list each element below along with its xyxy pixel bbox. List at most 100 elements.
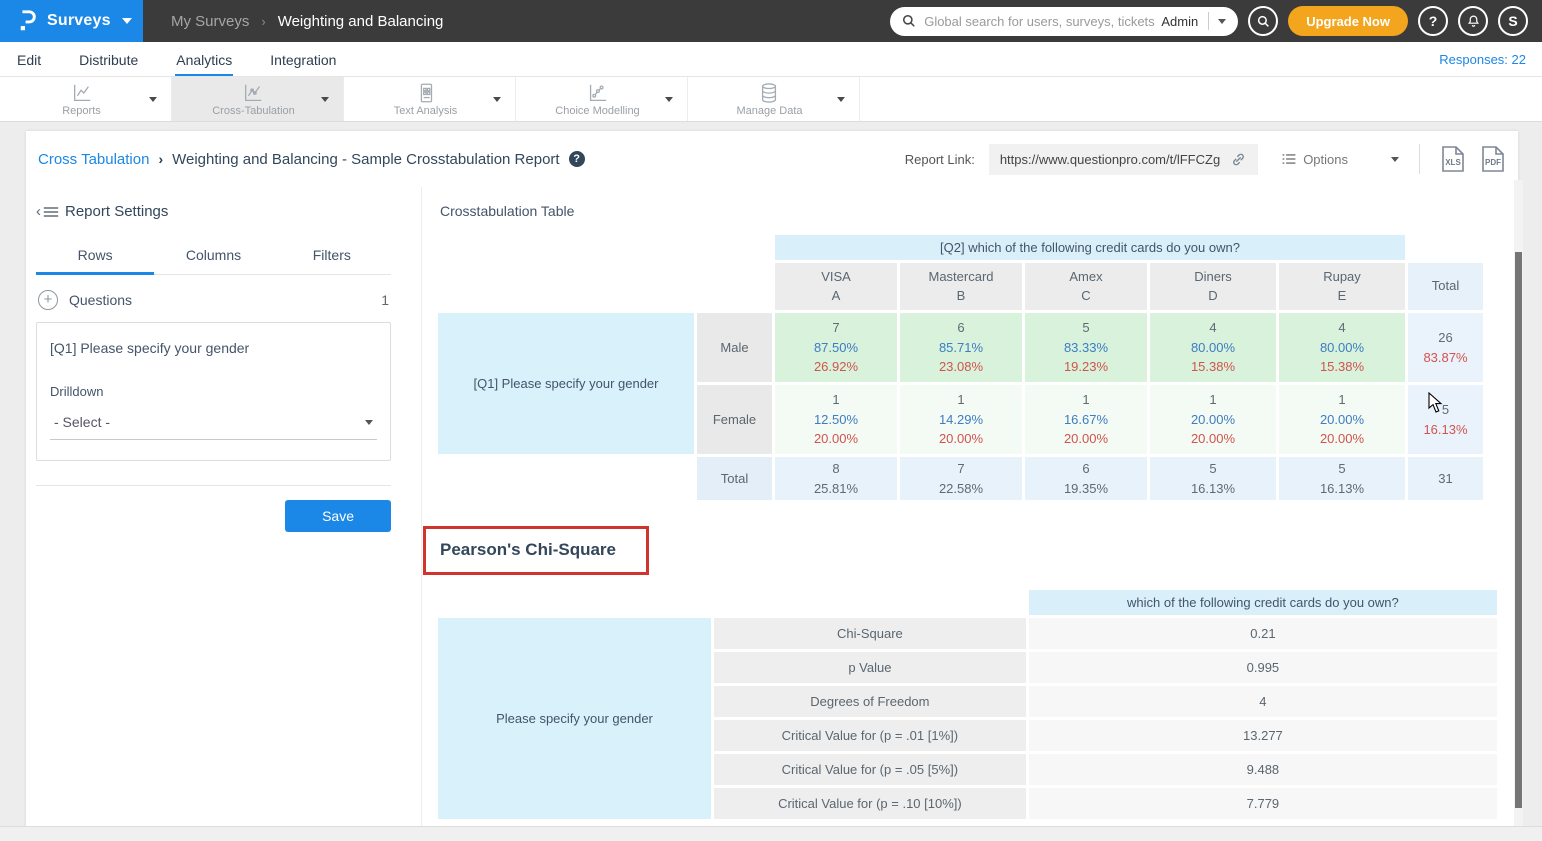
drilldown-label: Drilldown: [50, 384, 377, 399]
chevron-down-icon[interactable]: [493, 97, 501, 102]
cell-total-diners: 516.13%: [1150, 457, 1276, 500]
export-xls-icon[interactable]: XLS: [1440, 145, 1466, 173]
settings-panel-title: Report Settings: [65, 203, 168, 220]
nav-item-analytics[interactable]: Analytics: [175, 43, 233, 76]
report-main: Crosstabulation Table [Q2] which of the …: [422, 187, 1518, 827]
column-header-mastercard: MastercardB: [900, 263, 1022, 310]
scatter-chart-icon: [586, 82, 608, 104]
column-header-amex: AmexC: [1025, 263, 1147, 310]
report-link-url[interactable]: https://www.questionpro.com/t/lFFCZg: [989, 144, 1258, 175]
cell-female-total: 516.13%: [1408, 385, 1483, 454]
svg-text:XLS: XLS: [1445, 158, 1461, 167]
export-pdf-icon[interactable]: PDF: [1480, 145, 1506, 173]
nav-item-integration[interactable]: Integration: [269, 43, 337, 76]
cell-total-mastercard: 722.58%: [900, 457, 1022, 500]
text-analysis-icon: [415, 82, 437, 104]
toolbar-item-text-analysis[interactable]: Text Analysis: [344, 77, 516, 121]
column-header-diners: DinersD: [1150, 263, 1276, 310]
cell-male-total: 2683.87%: [1408, 313, 1483, 382]
chevron-down-icon: [365, 420, 373, 425]
responses-count[interactable]: Responses: 22: [1439, 52, 1526, 67]
chevron-down-icon: [122, 18, 132, 24]
drilldown-select[interactable]: - Select -: [50, 414, 377, 440]
cell-female-visa: 112.50%20.00%: [775, 385, 897, 454]
chi-square-title: Pearson's Chi-Square: [440, 540, 616, 559]
questions-label: Questions: [69, 292, 132, 308]
report-link-label: Report Link:: [905, 152, 975, 167]
add-question-button[interactable]: +: [38, 290, 58, 310]
cell-female-mastercard: 114.29%20.00%: [900, 385, 1022, 454]
row-label-female: Female: [697, 385, 772, 454]
page-title: Weighting and Balancing - Sample Crossta…: [172, 151, 559, 168]
nav-item-distribute[interactable]: Distribute: [78, 43, 139, 76]
crosstab-section-title: Crosstabulation Table: [440, 203, 1500, 219]
cross-tab-chart-icon: [242, 82, 264, 104]
cell-grand-total: 31: [1408, 457, 1483, 500]
global-search-input[interactable]: Global search for users, surveys, ticket…: [890, 7, 1238, 36]
cell-total-amex: 619.35%: [1025, 457, 1147, 500]
cell-male-mastercard: 685.71%23.08%: [900, 313, 1022, 382]
cell-male-diners: 480.00%15.38%: [1150, 313, 1276, 382]
upgrade-now-button[interactable]: Upgrade Now: [1288, 6, 1408, 36]
question-text: [Q1] Please specify your gender: [50, 340, 377, 356]
cell-total-visa: 825.81%: [775, 457, 897, 500]
collapse-panel-button[interactable]: ‹: [36, 204, 59, 219]
toolbar-item-reports[interactable]: Reports: [0, 77, 172, 121]
table-row: Please specify your gender Chi-Square 0.…: [438, 618, 1497, 649]
topbar-breadcrumb: My Surveys › Weighting and Balancing: [171, 13, 443, 30]
help-button[interactable]: ?: [1418, 6, 1448, 36]
crosstab-column-question: [Q2] which of the following credit cards…: [775, 235, 1405, 260]
column-header-visa: VISAA: [775, 263, 897, 310]
toolbar-item-manage-data[interactable]: Manage Data: [688, 77, 860, 121]
account-avatar[interactable]: S: [1498, 6, 1528, 36]
cell-total-rupay: 516.13%: [1279, 457, 1405, 500]
product-menu[interactable]: Surveys: [0, 0, 143, 42]
link-icon[interactable]: [1230, 151, 1247, 168]
cell-male-amex: 583.33%19.23%: [1025, 313, 1147, 382]
chevron-down-icon[interactable]: [665, 97, 673, 102]
chi-square-annotation-box: Pearson's Chi-Square: [423, 526, 649, 575]
question-item: [Q1] Please specify your gender Drilldow…: [36, 322, 391, 461]
notifications-button[interactable]: [1458, 6, 1488, 36]
options-menu[interactable]: Options: [1282, 152, 1399, 167]
analytics-toolbar: Reports Cross-Tabulation Text Analysis C…: [0, 77, 1542, 122]
search-button[interactable]: [1248, 6, 1278, 36]
chevron-down-icon[interactable]: [321, 97, 329, 102]
footer-strip: [0, 826, 1542, 841]
topbar: Surveys My Surveys › Weighting and Balan…: [0, 0, 1542, 42]
scrollbar-track[interactable]: [1514, 180, 1523, 826]
divider: [1419, 144, 1420, 174]
search-scope-selector[interactable]: Admin: [1161, 14, 1198, 29]
divider: [1208, 12, 1209, 30]
save-button[interactable]: Save: [285, 500, 391, 532]
breadcrumb-current-survey: Weighting and Balancing: [278, 13, 444, 30]
tab-rows[interactable]: Rows: [36, 237, 154, 275]
scrollbar-thumb[interactable]: [1515, 252, 1522, 808]
column-header-total: Total: [1408, 263, 1483, 310]
toolbar-item-cross-tabulation[interactable]: Cross-Tabulation: [172, 77, 344, 121]
chevron-down-icon[interactable]: [1391, 157, 1399, 162]
list-icon: [1282, 153, 1296, 165]
search-icon: [1257, 15, 1270, 28]
product-menu-label: Surveys: [47, 12, 111, 30]
chevron-down-icon[interactable]: [837, 97, 845, 102]
report-settings-panel: ‹ Report Settings Rows Columns Filters +…: [26, 187, 422, 827]
report-card: Cross Tabulation › Weighting and Balanci…: [26, 131, 1518, 827]
chevron-down-icon[interactable]: [149, 97, 157, 102]
tab-filters[interactable]: Filters: [273, 237, 391, 275]
search-placeholder: Global search for users, surveys, ticket…: [924, 14, 1155, 29]
help-icon[interactable]: ?: [569, 151, 585, 167]
menu-icon: [43, 206, 59, 218]
breadcrumb-my-surveys[interactable]: My Surveys: [171, 13, 249, 30]
toolbar-item-choice-modelling[interactable]: Choice Modelling: [516, 77, 688, 121]
tab-columns[interactable]: Columns: [154, 237, 272, 275]
database-icon: [758, 82, 780, 104]
divider: [36, 485, 391, 486]
cell-female-rupay: 120.00%20.00%: [1279, 385, 1405, 454]
cell-male-rupay: 480.00%15.38%: [1279, 313, 1405, 382]
chevron-down-icon[interactable]: [1218, 19, 1226, 24]
nav-item-edit[interactable]: Edit: [16, 43, 42, 76]
chevron-left-icon: ‹: [36, 204, 41, 219]
cell-female-amex: 116.67%20.00%: [1025, 385, 1147, 454]
breadcrumb-cross-tabulation[interactable]: Cross Tabulation: [38, 151, 149, 168]
